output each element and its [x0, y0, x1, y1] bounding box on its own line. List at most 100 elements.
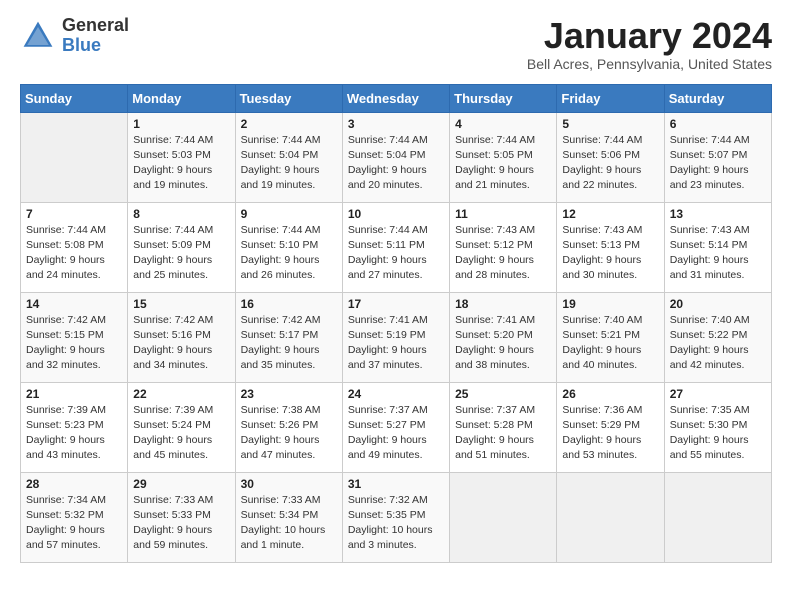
calendar-cell: 1 Sunrise: 7:44 AMSunset: 5:03 PMDaylight…: [128, 112, 235, 202]
calendar-cell: 4Sunrise: 7:44 AMSunset: 5:05 PMDaylight…: [450, 112, 557, 202]
day-number: 3: [348, 117, 444, 131]
calendar-cell: 17 Sunrise: 7:41 AMSunset: 5:19 PMDayligh…: [342, 292, 449, 382]
day-number: 20: [670, 297, 766, 311]
day-number: 28: [26, 477, 122, 491]
month-year-title: January 2024: [527, 16, 772, 56]
day-number: 5: [562, 117, 658, 131]
calendar-cell: 31Sunrise: 7:32 AMSunset: 5:35 PMDayligh…: [342, 472, 449, 562]
day-number: 15: [133, 297, 229, 311]
calendar-week-row: 14Sunrise: 7:42 AMSunset: 5:15 PMDayligh…: [21, 292, 772, 382]
day-detail: Sunrise: 7:42 AMSunset: 5:16 PMDaylight:…: [133, 313, 229, 374]
day-detail: Sunrise: 7:42 AMSunset: 5:17 PMDaylight:…: [241, 313, 337, 374]
day-number: 30: [241, 477, 337, 491]
day-number: 8: [133, 207, 229, 221]
calendar-cell: 11 Sunrise: 7:43 AMSunset: 5:12 PMDayligh…: [450, 202, 557, 292]
day-detail: Sunrise: 7:44 AMSunset: 5:05 PMDaylight:…: [455, 133, 551, 194]
day-number: 23: [241, 387, 337, 401]
calendar-cell: 9 Sunrise: 7:44 AMSunset: 5:10 PMDaylight…: [235, 202, 342, 292]
calendar-cell: 6 Sunrise: 7:44 AMSunset: 5:07 PMDaylight…: [664, 112, 771, 202]
day-detail: Sunrise: 7:39 AMSunset: 5:23 PMDaylight:…: [26, 403, 122, 464]
day-number: 9: [241, 207, 337, 221]
day-number: 26: [562, 387, 658, 401]
day-detail: Sunrise: 7:37 AMSunset: 5:28 PMDaylight:…: [455, 403, 551, 464]
day-detail: Sunrise: 7:44 AMSunset: 5:07 PMDaylight:…: [670, 133, 766, 194]
calendar-cell: [664, 472, 771, 562]
calendar-cell: 13Sunrise: 7:43 AMSunset: 5:14 PMDayligh…: [664, 202, 771, 292]
weekday-header-row: SundayMondayTuesdayWednesdayThursdayFrid…: [21, 84, 772, 112]
day-number: 27: [670, 387, 766, 401]
day-detail: Sunrise: 7:43 AMSunset: 5:13 PMDaylight:…: [562, 223, 658, 284]
weekday-header-sunday: Sunday: [21, 84, 128, 112]
day-detail: Sunrise: 7:34 AMSunset: 5:32 PMDaylight:…: [26, 493, 122, 554]
day-detail: Sunrise: 7:44 AMSunset: 5:03 PMDaylight:…: [133, 133, 229, 194]
day-detail: Sunrise: 7:44 AMSunset: 5:11 PMDaylight:…: [348, 223, 444, 284]
day-detail: Sunrise: 7:44 AMSunset: 5:04 PMDaylight:…: [348, 133, 444, 194]
day-number: 16: [241, 297, 337, 311]
day-number: 29: [133, 477, 229, 491]
calendar-cell: 8 Sunrise: 7:44 AMSunset: 5:09 PMDaylight…: [128, 202, 235, 292]
calendar-cell: 14Sunrise: 7:42 AMSunset: 5:15 PMDayligh…: [21, 292, 128, 382]
day-number: 17: [348, 297, 444, 311]
calendar-cell: 18Sunrise: 7:41 AMSunset: 5:20 PMDayligh…: [450, 292, 557, 382]
weekday-header-thursday: Thursday: [450, 84, 557, 112]
day-detail: Sunrise: 7:44 AMSunset: 5:06 PMDaylight:…: [562, 133, 658, 194]
calendar-cell: 2Sunrise: 7:44 AMSunset: 5:04 PMDaylight…: [235, 112, 342, 202]
calendar-cell: 20 Sunrise: 7:40 AMSunset: 5:22 PMDayligh…: [664, 292, 771, 382]
calendar-cell: 10Sunrise: 7:44 AMSunset: 5:11 PMDayligh…: [342, 202, 449, 292]
day-detail: Sunrise: 7:41 AMSunset: 5:19 PMDaylight:…: [348, 313, 444, 374]
calendar-week-row: 21 Sunrise: 7:39 AMSunset: 5:23 PMDayligh…: [21, 382, 772, 472]
calendar-week-row: 1 Sunrise: 7:44 AMSunset: 5:03 PMDaylight…: [21, 112, 772, 202]
logo-text: General Blue: [62, 16, 129, 56]
calendar-cell: 16 Sunrise: 7:42 AMSunset: 5:17 PMDayligh…: [235, 292, 342, 382]
day-number: 1: [133, 117, 229, 131]
calendar-week-row: 28 Sunrise: 7:34 AMSunset: 5:32 PMDayligh…: [21, 472, 772, 562]
weekday-header-wednesday: Wednesday: [342, 84, 449, 112]
day-number: 22: [133, 387, 229, 401]
day-detail: Sunrise: 7:44 AMSunset: 5:04 PMDaylight:…: [241, 133, 337, 194]
day-number: 19: [562, 297, 658, 311]
day-number: 7: [26, 207, 122, 221]
calendar-cell: 21 Sunrise: 7:39 AMSunset: 5:23 PMDayligh…: [21, 382, 128, 472]
calendar-cell: 29 Sunrise: 7:33 AMSunset: 5:33 PMDayligh…: [128, 472, 235, 562]
calendar-cell: 5 Sunrise: 7:44 AMSunset: 5:06 PMDaylight…: [557, 112, 664, 202]
calendar-cell: 25 Sunrise: 7:37 AMSunset: 5:28 PMDayligh…: [450, 382, 557, 472]
day-detail: Sunrise: 7:44 AMSunset: 5:10 PMDaylight:…: [241, 223, 337, 284]
calendar-cell: 19 Sunrise: 7:40 AMSunset: 5:21 PMDayligh…: [557, 292, 664, 382]
calendar-cell: 22Sunrise: 7:39 AMSunset: 5:24 PMDayligh…: [128, 382, 235, 472]
weekday-header-monday: Monday: [128, 84, 235, 112]
day-detail: Sunrise: 7:44 AMSunset: 5:09 PMDaylight:…: [133, 223, 229, 284]
calendar-cell: 27 Sunrise: 7:35 AMSunset: 5:30 PMDayligh…: [664, 382, 771, 472]
day-number: 6: [670, 117, 766, 131]
day-detail: Sunrise: 7:40 AMSunset: 5:22 PMDaylight:…: [670, 313, 766, 374]
day-number: 24: [348, 387, 444, 401]
logo-blue-label: Blue: [62, 36, 129, 56]
logo-general-label: General: [62, 16, 129, 36]
calendar-cell: [21, 112, 128, 202]
day-number: 12: [562, 207, 658, 221]
day-detail: Sunrise: 7:41 AMSunset: 5:20 PMDaylight:…: [455, 313, 551, 374]
day-detail: Sunrise: 7:42 AMSunset: 5:15 PMDaylight:…: [26, 313, 122, 374]
calendar-week-row: 7Sunrise: 7:44 AMSunset: 5:08 PMDaylight…: [21, 202, 772, 292]
calendar-cell: 26 Sunrise: 7:36 AMSunset: 5:29 PMDayligh…: [557, 382, 664, 472]
day-detail: Sunrise: 7:33 AMSunset: 5:33 PMDaylight:…: [133, 493, 229, 554]
day-number: 31: [348, 477, 444, 491]
day-number: 21: [26, 387, 122, 401]
calendar-cell: 24 Sunrise: 7:37 AMSunset: 5:27 PMDayligh…: [342, 382, 449, 472]
calendar-cell: 7Sunrise: 7:44 AMSunset: 5:08 PMDaylight…: [21, 202, 128, 292]
calendar-cell: 30Sunrise: 7:33 AMSunset: 5:34 PMDayligh…: [235, 472, 342, 562]
day-detail: Sunrise: 7:37 AMSunset: 5:27 PMDaylight:…: [348, 403, 444, 464]
day-detail: Sunrise: 7:36 AMSunset: 5:29 PMDaylight:…: [562, 403, 658, 464]
day-number: 25: [455, 387, 551, 401]
weekday-header-tuesday: Tuesday: [235, 84, 342, 112]
day-detail: Sunrise: 7:35 AMSunset: 5:30 PMDaylight:…: [670, 403, 766, 464]
calendar-cell: 23 Sunrise: 7:38 AMSunset: 5:26 PMDayligh…: [235, 382, 342, 472]
day-number: 11: [455, 207, 551, 221]
day-detail: Sunrise: 7:40 AMSunset: 5:21 PMDaylight:…: [562, 313, 658, 374]
logo: General Blue: [20, 16, 129, 56]
day-detail: Sunrise: 7:43 AMSunset: 5:14 PMDaylight:…: [670, 223, 766, 284]
day-detail: Sunrise: 7:43 AMSunset: 5:12 PMDaylight:…: [455, 223, 551, 284]
weekday-header-friday: Friday: [557, 84, 664, 112]
day-detail: Sunrise: 7:38 AMSunset: 5:26 PMDaylight:…: [241, 403, 337, 464]
calendar-table: SundayMondayTuesdayWednesdayThursdayFrid…: [20, 84, 772, 563]
logo-icon: [20, 18, 56, 54]
